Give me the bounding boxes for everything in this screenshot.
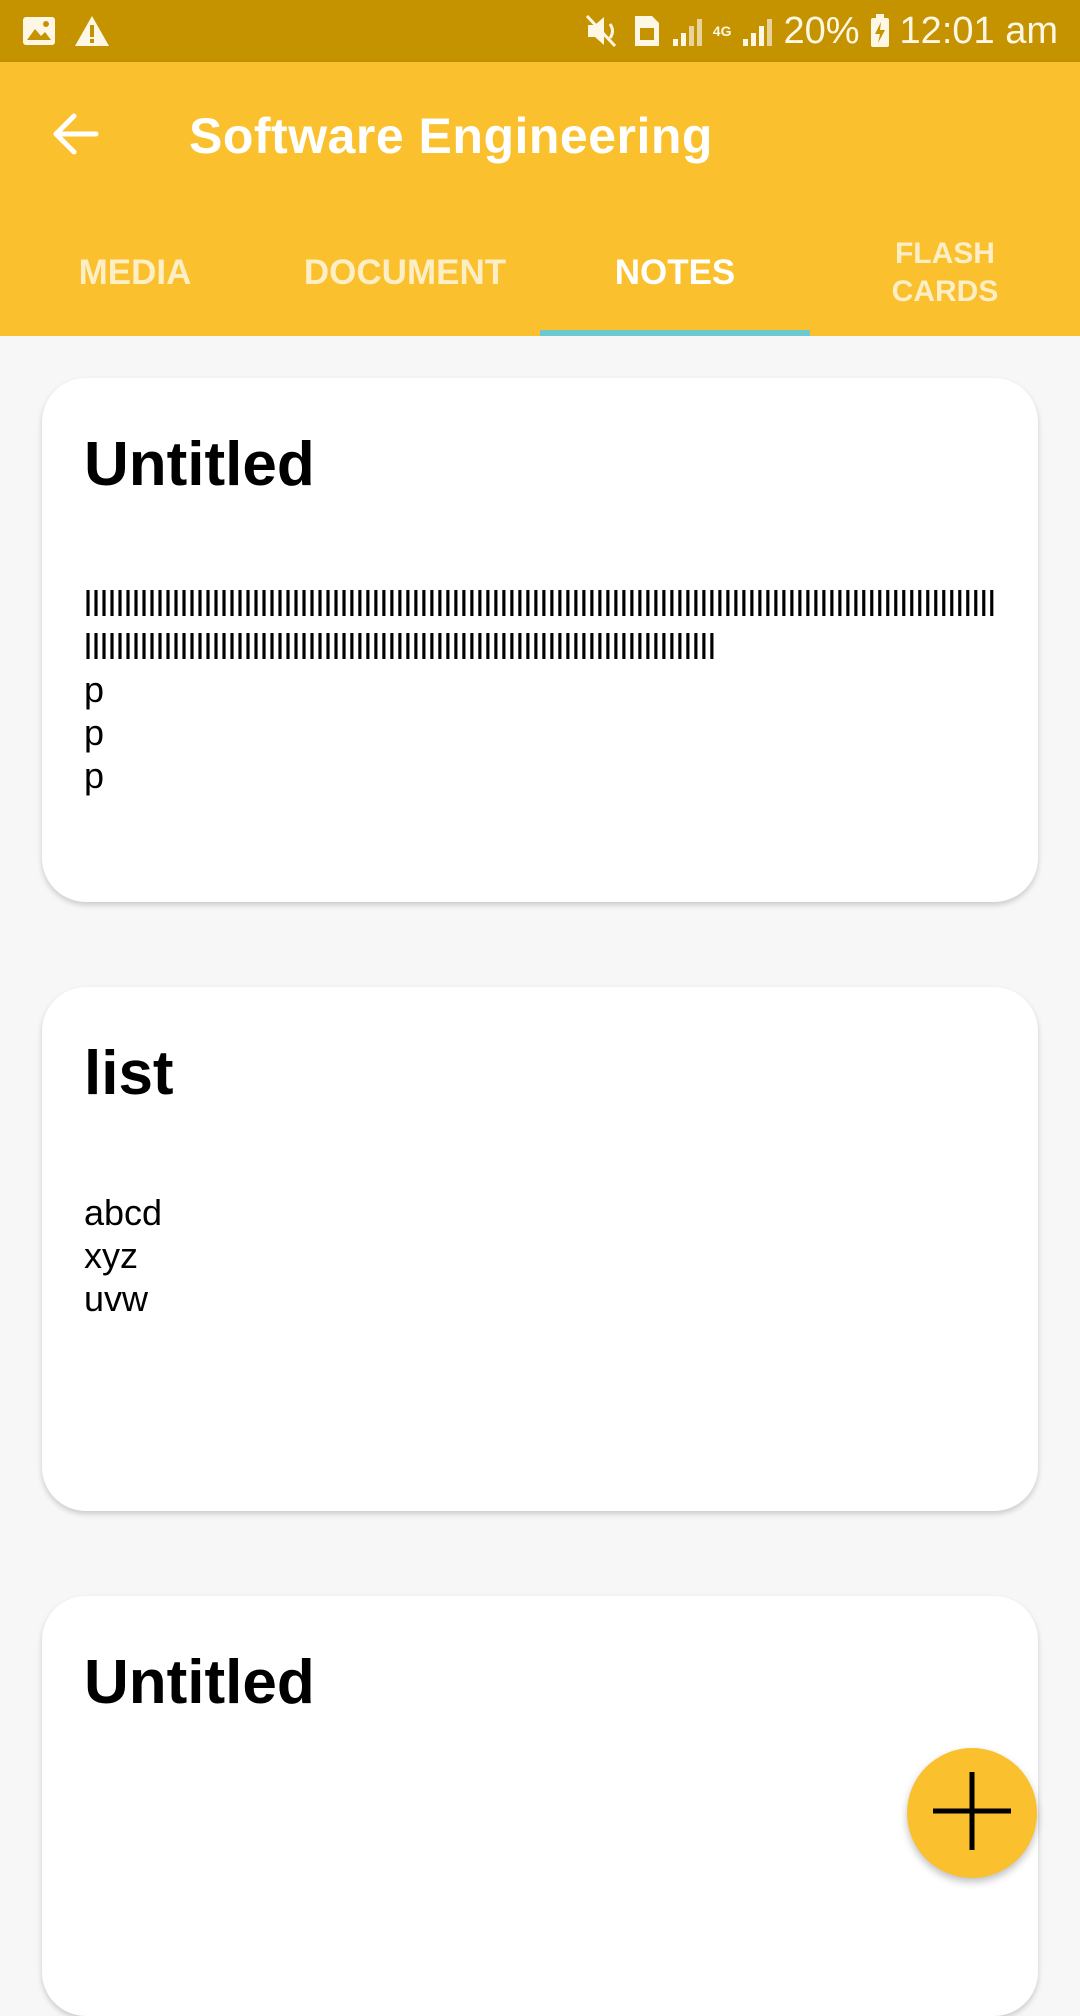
page-title: Software Engineering bbox=[189, 108, 713, 164]
app-bar: Software Engineering bbox=[0, 62, 1080, 210]
tab-flash-cards[interactable]: FLASH CARDS bbox=[810, 210, 1080, 336]
status-bar: 4G 20% 12:01 am bbox=[0, 0, 1080, 62]
note-title: Untitled bbox=[84, 1648, 315, 1717]
tab-notes[interactable]: NOTES bbox=[540, 210, 810, 336]
note-body: llllllllllllllllllllllllllllllllllllllll… bbox=[84, 583, 996, 796]
plus-icon bbox=[929, 1768, 1015, 1859]
sim-icon bbox=[633, 14, 661, 48]
network-type: 4G bbox=[712, 23, 732, 39]
note-card[interactable]: Untitled lllllllllllllllllllllllllllllll… bbox=[42, 378, 1038, 902]
note-card[interactable]: list abcd xyz uvw bbox=[42, 987, 1038, 1511]
note-card[interactable]: Untitled bbox=[42, 1596, 1038, 2016]
battery-icon bbox=[870, 14, 890, 48]
add-note-button[interactable] bbox=[907, 1748, 1037, 1878]
signal-icon bbox=[741, 15, 773, 47]
note-title: Untitled bbox=[84, 430, 315, 499]
tab-media[interactable]: MEDIA bbox=[0, 210, 270, 336]
image-icon bbox=[22, 16, 56, 46]
tab-document[interactable]: DOCUMENT bbox=[270, 210, 540, 336]
back-button[interactable] bbox=[44, 104, 108, 168]
arrow-left-icon bbox=[52, 112, 100, 161]
tab-bar: MEDIA DOCUMENT NOTES FLASH CARDS bbox=[0, 210, 1080, 336]
warning-icon bbox=[74, 15, 110, 47]
mute-icon bbox=[585, 14, 623, 48]
note-title: list bbox=[84, 1039, 174, 1108]
battery-percent: 20% bbox=[783, 9, 860, 52]
clock: 12:01 am bbox=[899, 9, 1058, 52]
signal-icon bbox=[671, 15, 703, 47]
note-body: abcd xyz uvw bbox=[84, 1192, 163, 1319]
